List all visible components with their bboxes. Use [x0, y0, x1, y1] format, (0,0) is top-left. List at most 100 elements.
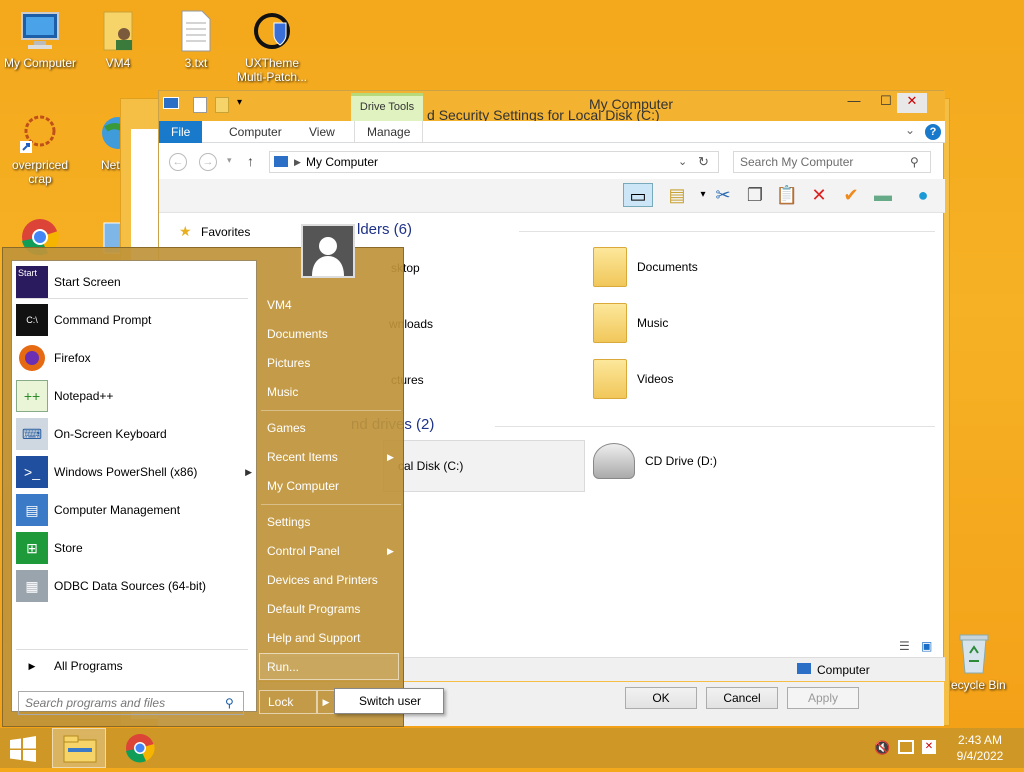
start-link-devices-printers[interactable]: Devices and Printers [267, 569, 378, 591]
pinned-odbc[interactable]: ▦ ODBC Data Sources (64-bit) [16, 569, 206, 603]
tab-view[interactable]: View [297, 121, 347, 143]
cut-icon[interactable]: ✂ [711, 183, 735, 207]
cancel-button[interactable]: Cancel [706, 687, 778, 709]
ok-button[interactable]: OK [625, 687, 697, 709]
start-link-recent-items[interactable]: Recent Items [267, 446, 397, 468]
desktop-icon-label: My Computer [3, 56, 77, 70]
desktop-icon-uxtheme[interactable]: UXTheme Multi-Patch... [234, 8, 310, 84]
rename-check-icon[interactable]: ✔ [839, 183, 863, 207]
action-center-icon[interactable]: ✕ [922, 740, 936, 754]
start-link-pictures[interactable]: Pictures [267, 352, 310, 374]
lock-label: Lock [268, 695, 294, 709]
breadcrumb-arrow-icon[interactable]: ▶ [294, 152, 301, 172]
refresh-icon[interactable]: ↻ [698, 152, 709, 172]
folder-label: Videos [637, 372, 674, 386]
start-link-vm4[interactable]: VM4 [267, 294, 292, 316]
shortcut-icon [16, 110, 64, 156]
ribbon-expand-icon[interactable]: ⌄ [905, 123, 915, 137]
start-button[interactable] [8, 736, 40, 762]
odbc-icon: ▦ [16, 570, 48, 602]
pinned-store[interactable]: ⊞ Store [16, 531, 83, 565]
back-icon[interactable]: ← [169, 153, 187, 171]
taskbar-chrome[interactable] [124, 732, 162, 764]
power-options-arrow[interactable]: ▶ [317, 690, 335, 714]
favorites-star-icon: ★ [179, 223, 192, 239]
forward-icon[interactable]: → [199, 153, 217, 171]
desktop-icon-3txt[interactable]: 3.txt [158, 8, 234, 70]
pinned-notepadpp[interactable]: ++ Notepad++ [16, 379, 113, 413]
command-toolbar: ▭ ▤ ▾ ✂ ❐ 📋 ✕ ✔ ▬ ● [159, 179, 945, 213]
desktop-icon-label: Recycle Bin [942, 678, 1006, 692]
copy-icon[interactable]: ❐ [743, 183, 767, 207]
drive-local-disk[interactable]: cal Disk (C:) [383, 440, 585, 492]
volume-muted-icon[interactable]: 🔇 [874, 740, 890, 756]
large-icons-view-icon[interactable]: ▣ [921, 639, 932, 653]
map-drive-icon[interactable]: ▬ [871, 183, 895, 207]
start-link-default-programs[interactable]: Default Programs [267, 598, 360, 620]
pinned-label: Notepad++ [54, 389, 114, 403]
pinned-computer-management[interactable]: ▤ Computer Management [16, 493, 180, 527]
nav-favorites[interactable]: Favorites [201, 225, 250, 239]
pinned-onscreen-keyboard[interactable]: ⌨ On-Screen Keyboard [16, 417, 167, 451]
switch-user-menu-item[interactable]: Switch user [334, 688, 444, 714]
all-programs[interactable]: ▶ All Programs [16, 655, 123, 677]
recent-locations-icon[interactable]: ▾ [227, 155, 232, 166]
folder-music[interactable]: Music [593, 303, 668, 343]
start-link-help-support[interactable]: Help and Support [267, 627, 360, 649]
pinned-firefox[interactable]: Firefox [16, 341, 91, 375]
start-link-control-panel[interactable]: Control Panel [267, 540, 340, 562]
clock[interactable]: 2:43 AM 9/4/2022 [948, 732, 1012, 764]
new-folder-qat-icon[interactable] [215, 97, 229, 113]
up-icon[interactable]: ↑ [247, 153, 254, 169]
powershell-icon: >_ [16, 456, 48, 488]
start-link-music[interactable]: Music [267, 381, 298, 403]
qat-dropdown-icon[interactable]: ▾ [237, 97, 242, 108]
start-link-run[interactable]: Run... [267, 656, 299, 678]
start-search-input[interactable]: Search programs and files ⚲ [18, 691, 244, 715]
user-avatar[interactable] [301, 224, 355, 278]
network-tray-icon[interactable] [898, 740, 914, 754]
tab-file[interactable]: File [159, 121, 203, 143]
help-icon[interactable]: ? [925, 124, 941, 140]
minimize-button[interactable]: — [839, 93, 869, 113]
preview-pane-icon[interactable]: ▭ [623, 183, 653, 207]
desktop-icon-label: 3.txt [184, 56, 208, 70]
search-icon[interactable]: ⚲ [910, 152, 919, 172]
start-link-my-computer[interactable]: My Computer [267, 475, 339, 497]
pinned-divider [16, 298, 248, 299]
properties-qat-icon[interactable] [193, 97, 207, 113]
search-icon[interactable]: ⚲ [225, 692, 234, 714]
drive-cd[interactable]: CD Drive (D:) [593, 443, 717, 479]
folder-videos[interactable]: Videos [593, 359, 673, 399]
start-link-settings[interactable]: Settings [267, 511, 310, 533]
control-panel-arrow-icon: ▶ [387, 546, 394, 556]
all-programs-divider [16, 649, 248, 650]
properties-toolbar-icon[interactable]: ▤ [665, 183, 689, 207]
delete-icon[interactable]: ✕ [807, 183, 831, 207]
pinned-start-screen[interactable]: Start Start Screen [16, 265, 121, 299]
details-view-icon[interactable]: ☰ [899, 639, 910, 653]
address-dropdown-icon[interactable]: ⌄ [678, 152, 687, 172]
apply-button[interactable]: Apply [787, 687, 859, 709]
desktop-icon-overpriced-crap[interactable]: overpriced crap [2, 110, 78, 186]
start-link-games[interactable]: Games [267, 417, 306, 439]
network-icon[interactable]: ● [911, 183, 935, 207]
tab-computer[interactable]: Computer [217, 121, 294, 143]
lock-button[interactable]: Lock [259, 690, 317, 714]
close-button[interactable]: ✕ [897, 93, 927, 113]
address-bar[interactable]: ▶ My Computer ⌄ ↻ [269, 151, 719, 173]
paste-icon[interactable]: 📋 [775, 183, 799, 207]
start-link-documents[interactable]: Documents [267, 323, 328, 345]
pinned-powershell[interactable]: >_ Windows PowerShell (x86) ▶ [16, 455, 252, 489]
search-input[interactable]: Search My Computer ⚲ [733, 151, 931, 173]
desktop-icon-vm4[interactable]: VM4 [80, 8, 156, 70]
notepadpp-icon: ++ [16, 380, 48, 412]
desktop-icon-my-computer[interactable]: My Computer [2, 8, 78, 70]
taskbar-explorer[interactable] [52, 728, 106, 768]
pinned-label: Computer Management [54, 503, 181, 517]
pinned-command-prompt[interactable]: C:\ Command Prompt [16, 303, 151, 337]
clock-time: 2:43 AM [957, 733, 1003, 747]
user-silhouette-icon [312, 237, 344, 276]
folder-documents[interactable]: Documents [593, 247, 698, 287]
tab-manage[interactable]: Manage [354, 121, 424, 143]
